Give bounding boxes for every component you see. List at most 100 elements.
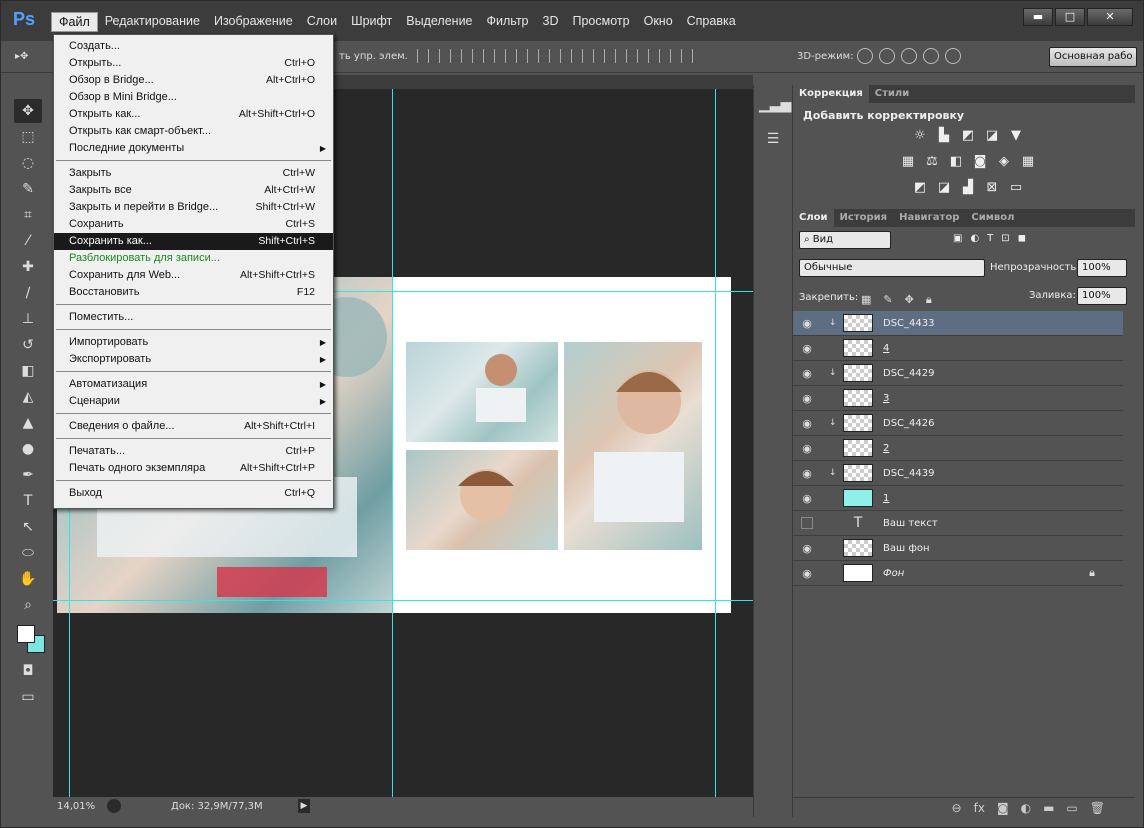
3d-rotate-icon[interactable] (857, 48, 873, 64)
histogram-icon[interactable]: ▁▃▅ (759, 97, 791, 119)
align-hcenter-icon[interactable] (505, 49, 517, 63)
adjustment-layer-icon[interactable]: ◐ (1021, 801, 1031, 815)
gradient-map-icon[interactable]: ▭ (1007, 179, 1025, 197)
align-bottom-icon[interactable] (461, 49, 473, 63)
tab-layers[interactable]: Слои (793, 209, 834, 227)
file-menu-item[interactable]: Сценарии ▶ (54, 393, 333, 410)
file-menu-item[interactable]: Последние документы ▶ (54, 140, 333, 157)
black-white-icon[interactable]: ◧ (947, 153, 965, 171)
layer-row[interactable]: ◉ ↓ DSC_4433 (793, 311, 1123, 336)
menu-10[interactable]: Справка (680, 12, 743, 32)
dodge-tool-icon[interactable]: ● (14, 437, 42, 461)
clone-stamp-tool-icon[interactable]: ⊥ (14, 307, 42, 331)
new-layer-icon[interactable]: ▭ (1066, 801, 1077, 815)
menu-7[interactable]: 3D (536, 12, 566, 32)
threshold-icon[interactable]: ▟ (959, 179, 977, 197)
blend-mode-select[interactable]: Обычные (799, 259, 985, 277)
curves-icon[interactable]: ◩ (959, 127, 977, 145)
menu-3[interactable]: Слои (300, 12, 344, 32)
visibility-eye-icon[interactable]: ◉ (793, 492, 821, 505)
align-right-icon[interactable] (527, 49, 539, 63)
color-lookup-icon[interactable]: ▦ (1019, 153, 1037, 171)
file-menu-item[interactable]: Разблокировать для записи... (54, 250, 333, 267)
file-menu-item[interactable]: Обзор в Bridge... Alt+Ctrl+O (54, 72, 333, 89)
healing-brush-tool-icon[interactable]: ✚ (14, 255, 42, 279)
visibility-eye-icon[interactable]: ◉ (793, 567, 821, 580)
hand-tool-icon[interactable]: ✋ (14, 567, 42, 591)
crop-tool-icon[interactable]: ⌗ (14, 203, 42, 227)
exposure-icon[interactable]: ◪ (983, 127, 1001, 145)
color-balance-icon[interactable]: ⚖ (923, 153, 941, 171)
lock-transparent-icon[interactable]: ▦ (861, 293, 871, 307)
hue-saturation-icon[interactable]: ▦ (899, 153, 917, 171)
properties-icon[interactable]: ☰ (759, 131, 787, 153)
menu-4[interactable]: Шрифт (344, 12, 399, 32)
3d-roll-icon[interactable] (879, 48, 895, 64)
layer-row[interactable]: ◉ Ваш фон (793, 536, 1123, 561)
delete-layer-icon[interactable]: 🗑︎ (1090, 801, 1105, 815)
align-top-icon[interactable] (417, 49, 429, 63)
minimize-button[interactable]: ▬ (1023, 8, 1053, 26)
file-menu-item[interactable]: Обзор в Mini Bridge... (54, 89, 333, 106)
type-tool-icon[interactable]: T (14, 489, 42, 513)
layer-name[interactable]: 4 (883, 343, 889, 354)
menu-0[interactable]: Файл (51, 12, 98, 32)
visibility-eye-icon[interactable]: ◉ (793, 467, 821, 480)
file-menu-item[interactable]: Сохранить как... Shift+Ctrl+S (54, 233, 333, 250)
file-menu-item[interactable]: Открыть как... Alt+Shift+Ctrl+O (54, 106, 333, 123)
distribute-left-icon[interactable] (615, 49, 627, 63)
foreground-color-swatch[interactable] (17, 625, 35, 643)
menu-1[interactable]: Редактирование (98, 12, 207, 32)
visibility-eye-icon[interactable]: ◉ (793, 342, 821, 355)
visibility-toggle[interactable] (801, 517, 813, 529)
layer-row[interactable]: T Ваш текст (793, 511, 1123, 536)
screen-mode-icon[interactable]: ▭ (14, 685, 42, 709)
file-menu-item[interactable]: Сохранить Ctrl+S (54, 216, 333, 233)
eraser-tool-icon[interactable]: ◧ (14, 359, 42, 383)
workspace-selector[interactable]: Основная рабо (1049, 47, 1137, 67)
file-menu-item[interactable]: Открыть как смарт-объект... (54, 123, 333, 140)
layer-name[interactable]: DSC_4433 (883, 318, 934, 329)
layer-filter-select[interactable]: ⌕ Вид (799, 231, 891, 249)
maximize-button[interactable]: □ (1055, 8, 1085, 26)
align-left-icon[interactable] (483, 49, 495, 63)
layer-row[interactable]: ◉ 1 (793, 486, 1123, 511)
tab-navigator[interactable]: Навигатор (893, 209, 965, 227)
file-menu-item[interactable]: Экспортировать ▶ (54, 351, 333, 368)
lock-pixels-icon[interactable]: ✎ (883, 293, 892, 307)
layer-name[interactable]: Ваш фон (883, 543, 930, 554)
file-menu-item[interactable]: Закрыть Ctrl+W (54, 165, 333, 182)
visibility-eye-icon[interactable]: ◉ (793, 367, 821, 380)
selective-color-icon[interactable]: ⊠ (983, 179, 1001, 197)
move-tool-icon[interactable]: ✥ (14, 99, 42, 123)
layer-row[interactable]: ◉ 4 (793, 336, 1123, 361)
file-menu-item[interactable]: Закрыть и перейти в Bridge... Shift+Ctrl+… (54, 199, 333, 216)
layer-style-icon[interactable]: fx (974, 801, 985, 815)
distribute-bottom-icon[interactable] (593, 49, 605, 63)
file-menu-item[interactable]: Поместить... (54, 309, 333, 326)
menu-6[interactable]: Фильтр (480, 12, 536, 32)
zoom-tool-icon[interactable]: ⌕ (14, 593, 42, 617)
auto-align-icon[interactable] (681, 49, 693, 63)
menu-2[interactable]: Изображение (207, 12, 300, 32)
layer-lock-icon[interactable]: 🔒︎ (1089, 566, 1095, 580)
file-menu-item[interactable]: Импортировать ▶ (54, 334, 333, 351)
link-layers-icon[interactable]: ⊖ (952, 801, 962, 815)
file-menu-item[interactable]: Сохранить для Web... Alt+Shift+Ctrl+S (54, 267, 333, 284)
3d-pan-icon[interactable] (901, 48, 917, 64)
tab-styles[interactable]: Стили (869, 85, 915, 103)
lasso-tool-icon[interactable]: ◌ (14, 151, 42, 175)
pen-tool-icon[interactable]: ✒ (14, 463, 42, 487)
layer-row[interactable]: ◉ ↓ DSC_4439 (793, 461, 1123, 486)
layer-row[interactable]: ◉ Фон 🔒︎ (793, 561, 1123, 586)
photo-filter-icon[interactable]: ◙ (971, 153, 989, 171)
3d-slide-icon[interactable] (923, 48, 939, 64)
layer-row[interactable]: ◉ ↓ DSC_4426 (793, 411, 1123, 436)
levels-icon[interactable]: ▙ (935, 127, 953, 145)
proof-icon[interactable] (107, 799, 121, 813)
visibility-eye-icon[interactable]: ◉ (793, 417, 821, 430)
visibility-eye-icon[interactable]: ◉ (793, 392, 821, 405)
ellipse-tool-icon[interactable]: ⬭ (14, 541, 42, 565)
visibility-eye-icon[interactable]: ◉ (793, 542, 821, 555)
path-select-tool-icon[interactable]: ↖ (14, 515, 42, 539)
